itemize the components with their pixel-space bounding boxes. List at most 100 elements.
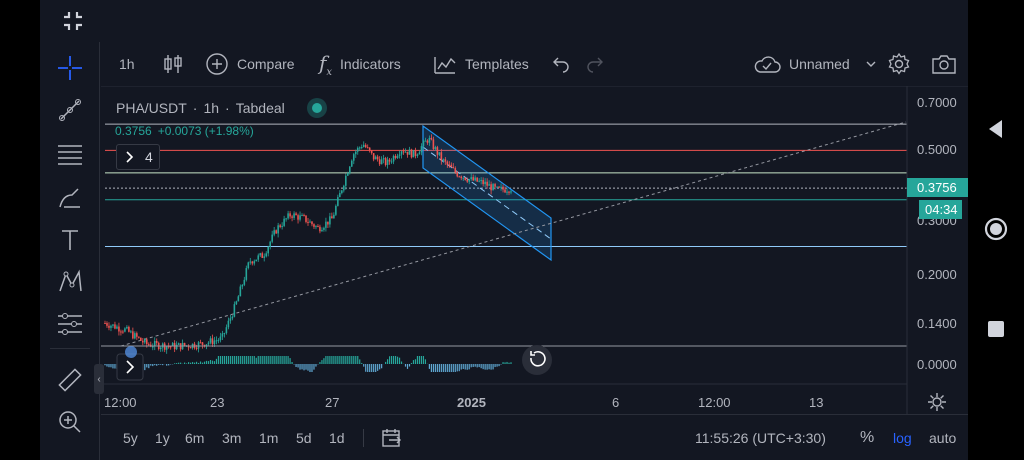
crosshair-icon[interactable] xyxy=(54,52,86,84)
range-3m[interactable]: 3m xyxy=(222,415,241,460)
chart-type-button[interactable] xyxy=(163,42,183,86)
candle-body xyxy=(142,340,144,343)
parallel-channel[interactable] xyxy=(422,124,552,262)
undo-button[interactable] xyxy=(551,42,571,86)
recents-icon[interactable] xyxy=(987,320,1005,338)
candle-body xyxy=(323,227,325,230)
compare-button[interactable]: Compare xyxy=(205,42,295,86)
trend-line-icon[interactable] xyxy=(54,94,86,126)
candle-body xyxy=(269,241,271,247)
candle-body xyxy=(343,185,345,191)
candle-body xyxy=(400,151,403,155)
candle-body xyxy=(120,331,122,333)
legend-change: +0.0073 (+1.98%) xyxy=(157,124,254,138)
candle-body xyxy=(392,155,395,162)
candle-body xyxy=(273,230,275,235)
reset-chart-button[interactable] xyxy=(522,345,552,375)
candle-body xyxy=(281,225,283,227)
candle-body xyxy=(426,140,429,143)
candle-body xyxy=(388,159,391,162)
candle-body xyxy=(442,159,445,161)
chevron-down-icon xyxy=(866,61,876,67)
candle-body xyxy=(470,177,472,180)
candle-body xyxy=(458,176,461,178)
fullscreen-exit-icon[interactable] xyxy=(62,10,84,32)
candle-body xyxy=(199,342,202,344)
time-tick: 6 xyxy=(612,395,619,410)
candle-body xyxy=(474,177,476,181)
candle-body xyxy=(478,180,480,182)
redo-button[interactable] xyxy=(585,42,605,86)
candle-body xyxy=(217,340,220,342)
goto-date-button[interactable] xyxy=(381,415,403,460)
auto-scale-toggle[interactable]: auto xyxy=(929,415,956,460)
candle-body xyxy=(432,139,435,150)
candle-body xyxy=(345,175,347,186)
candle-body xyxy=(430,137,433,140)
range-5d[interactable]: 5d xyxy=(296,415,312,460)
candle-body xyxy=(253,261,256,264)
candle-body xyxy=(297,215,299,220)
candle-body xyxy=(145,339,148,345)
screenshot-button[interactable] xyxy=(931,42,957,86)
interval-button[interactable]: 1h xyxy=(119,42,135,86)
candle-body xyxy=(502,186,504,190)
horizontal-lines-icon[interactable] xyxy=(54,138,86,170)
settings-button[interactable] xyxy=(887,42,911,86)
templates-button[interactable]: Templates xyxy=(433,42,529,86)
interval-label: 1h xyxy=(119,56,135,72)
zoom-in-icon[interactable] xyxy=(54,406,86,438)
layout-menu-button[interactable]: Unnamed xyxy=(753,42,878,86)
ruler-icon[interactable] xyxy=(54,364,86,396)
candle-body xyxy=(313,224,315,227)
candle-body xyxy=(183,342,186,346)
candle-body xyxy=(404,151,407,153)
candle-body xyxy=(460,176,463,179)
candle-body xyxy=(348,166,351,174)
percent-scale-toggle[interactable]: % xyxy=(860,415,874,460)
candle-body xyxy=(223,333,226,335)
clock-timezone[interactable]: 11:55:26 (UTC+3:30) xyxy=(695,415,826,460)
candle-body xyxy=(144,339,146,343)
candle-body xyxy=(436,147,439,155)
candle-body xyxy=(177,343,180,345)
range-1m[interactable]: 1m xyxy=(259,415,278,460)
brush-icon[interactable] xyxy=(54,182,86,214)
candle-body xyxy=(263,256,266,258)
candle-body xyxy=(147,344,150,346)
pattern-icon[interactable] xyxy=(54,266,86,298)
indicators-collapse-button[interactable]: 4 xyxy=(116,144,160,170)
indicators-button[interactable]: fx Indicators xyxy=(319,42,401,86)
candle-body xyxy=(341,190,343,194)
log-scale-toggle[interactable]: log xyxy=(893,415,912,460)
dashed-trend-line[interactable] xyxy=(120,121,907,347)
candle-body xyxy=(498,186,500,188)
candle-body xyxy=(335,205,337,215)
candle-body xyxy=(249,261,252,263)
candle-body xyxy=(468,179,471,182)
candle-body xyxy=(378,159,381,165)
market-status-icon xyxy=(306,98,327,118)
candle-body xyxy=(126,326,128,329)
price-tick: 0.2000 xyxy=(917,267,957,282)
back-icon[interactable] xyxy=(986,118,1006,140)
price-tick: 0.5000 xyxy=(917,142,957,157)
candle-body xyxy=(257,255,260,260)
range-1d[interactable]: 1d xyxy=(329,415,345,460)
measure-adjust-icon[interactable] xyxy=(54,308,86,340)
candle-body xyxy=(106,323,108,326)
candle-body xyxy=(380,159,383,165)
range-6m[interactable]: 6m xyxy=(185,415,204,460)
candle-body xyxy=(386,159,389,165)
range-5y[interactable]: 5y xyxy=(123,415,138,460)
cloud-check-icon xyxy=(754,56,781,73)
candle-body xyxy=(396,155,399,158)
chart-legend[interactable]: PHA/USDT · 1h · Tabdeal xyxy=(116,98,327,118)
candle-body xyxy=(480,180,482,182)
candle-body xyxy=(261,253,264,258)
text-tool-icon[interactable] xyxy=(54,224,86,256)
home-icon[interactable] xyxy=(984,217,1008,241)
time-axis-settings-icon[interactable] xyxy=(928,393,946,411)
candle-body xyxy=(251,261,254,264)
range-1y[interactable]: 1y xyxy=(155,415,170,460)
